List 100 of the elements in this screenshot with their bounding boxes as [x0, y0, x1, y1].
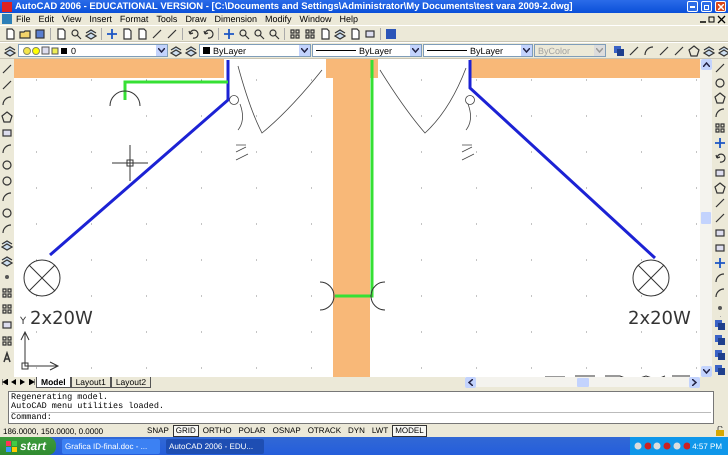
properties-icon[interactable] — [289, 28, 301, 40]
rotate-icon[interactable] — [714, 152, 726, 164]
linetype-dropdown[interactable]: ByLayer — [312, 44, 422, 57]
menu-item[interactable]: Window — [296, 14, 336, 24]
print-icon[interactable] — [55, 28, 67, 40]
above-objects-icon[interactable] — [714, 364, 726, 376]
match-icon[interactable] — [688, 44, 700, 56]
menu-item[interactable]: Insert — [85, 14, 116, 24]
mirror-icon[interactable] — [714, 92, 726, 104]
first-tab-icon[interactable] — [2, 379, 8, 385]
extend-icon[interactable] — [714, 212, 726, 224]
draw-order-icon[interactable] — [613, 44, 625, 56]
layout-tab[interactable]: Layout1 — [70, 377, 111, 388]
copy-object-icon[interactable] — [714, 77, 726, 89]
preview-icon[interactable] — [70, 28, 82, 40]
status-toggle[interactable]: DYN — [345, 425, 368, 437]
publish-icon[interactable] — [85, 28, 97, 40]
chamfer-icon[interactable] — [714, 272, 726, 284]
insert-block-icon[interactable] — [1, 239, 13, 251]
scroll-thumb[interactable] — [576, 378, 588, 386]
cloud-icon[interactable] — [1, 175, 13, 187]
tag-icon[interactable] — [718, 44, 728, 56]
undo-icon[interactable] — [187, 28, 199, 40]
menu-item[interactable]: Modify — [260, 14, 296, 24]
arc-icon[interactable] — [1, 143, 13, 155]
send-back-icon[interactable] — [714, 349, 726, 361]
brush-icon[interactable] — [658, 44, 670, 56]
offset-icon[interactable] — [714, 107, 726, 119]
zoom-realtime-icon[interactable] — [238, 28, 250, 40]
horizontal-scrollbar[interactable] — [465, 377, 700, 387]
close-icon[interactable] — [717, 14, 726, 24]
taskbar-button[interactable]: AutoCAD 2006 - EDU... — [166, 438, 264, 454]
tool-palettes-icon[interactable] — [319, 28, 331, 40]
bring-front-icon[interactable] — [714, 334, 726, 346]
save-icon[interactable] — [34, 28, 46, 40]
line-icon[interactable] — [1, 63, 13, 75]
status-toggle[interactable]: OSNAP — [270, 425, 304, 437]
break-icon[interactable] — [714, 227, 726, 239]
scale-icon[interactable] — [714, 167, 726, 179]
last-tab-icon[interactable] — [28, 379, 34, 385]
ellipse-icon[interactable] — [1, 207, 13, 219]
polyline-icon[interactable] — [1, 95, 13, 107]
menu-item[interactable]: Draw — [181, 14, 210, 24]
status-toggle[interactable]: ORTHO — [200, 425, 235, 437]
drawing-canvas[interactable]: Y 2x20W 2x20W — [14, 59, 700, 377]
layout-tab[interactable]: Model — [36, 377, 71, 388]
vertical-scrollbar[interactable] — [700, 59, 712, 377]
scroll-thumb[interactable] — [701, 212, 711, 224]
text-icon[interactable] — [1, 351, 13, 363]
leader-icon[interactable] — [673, 44, 685, 56]
brush-icon[interactable] — [166, 28, 178, 40]
cut-icon[interactable] — [106, 28, 118, 40]
menu-item[interactable]: View — [58, 14, 86, 24]
hatch-icon[interactable] — [1, 287, 13, 299]
status-toggle[interactable]: LWT — [368, 425, 392, 437]
menu-item[interactable]: Dimension — [210, 14, 261, 24]
redo-icon[interactable] — [202, 28, 214, 40]
calculator-icon[interactable] — [364, 28, 376, 40]
array-icon[interactable] — [714, 122, 726, 134]
next-tab-icon[interactable] — [20, 379, 25, 385]
polygon-icon[interactable] — [1, 111, 13, 123]
dimension-edit-icon[interactable] — [628, 44, 640, 56]
status-toggle[interactable]: SNAP — [144, 425, 172, 437]
taskbar-button[interactable]: Grafica ID-final.doc - ... — [62, 438, 160, 454]
make-block-icon[interactable] — [1, 255, 13, 267]
layer-manager-icon[interactable] — [4, 44, 16, 56]
menu-item[interactable]: Format — [116, 14, 152, 24]
pan-icon[interactable] — [223, 28, 235, 40]
zoom-window-icon[interactable] — [253, 28, 265, 40]
paste-icon[interactable] — [136, 28, 148, 40]
circle-icon[interactable] — [1, 159, 13, 171]
command-prompt[interactable]: Command: — [11, 412, 711, 422]
spline-icon[interactable] — [1, 191, 13, 203]
close-button[interactable] — [715, 1, 726, 12]
tag-icon[interactable] — [703, 44, 715, 56]
menu-item[interactable]: File — [12, 14, 35, 24]
fillet-icon[interactable] — [714, 287, 726, 299]
layout-tab[interactable]: Layout2 — [110, 377, 152, 388]
minimize-button[interactable] — [687, 1, 698, 12]
stretch-icon[interactable] — [714, 182, 726, 194]
color-dropdown[interactable]: ByLayer — [199, 44, 311, 57]
status-toggle[interactable]: GRID — [172, 425, 199, 437]
previous-tab-icon[interactable] — [11, 379, 16, 385]
restore-button[interactable] — [701, 1, 712, 12]
lock-icon[interactable] — [715, 426, 725, 436]
erase-icon[interactable] — [714, 62, 726, 74]
layer-dropdown[interactable]: 0 — [18, 44, 168, 57]
status-toggle[interactable]: MODEL — [392, 425, 427, 437]
sheet-set-icon[interactable] — [334, 28, 346, 40]
layer-previous-icon[interactable] — [185, 44, 197, 56]
lineweight-dropdown[interactable]: ByLayer — [423, 44, 533, 57]
markup-icon[interactable] — [349, 28, 361, 40]
join-icon[interactable] — [714, 257, 726, 269]
move-icon[interactable] — [714, 137, 726, 149]
menu-item[interactable]: Help — [336, 14, 362, 24]
draw-order-icon[interactable] — [714, 319, 726, 331]
break-at-point-icon[interactable] — [714, 242, 726, 254]
rectangle-icon[interactable] — [1, 127, 13, 139]
status-toggle[interactable]: OTRACK — [304, 425, 344, 437]
table-icon[interactable] — [1, 335, 13, 347]
